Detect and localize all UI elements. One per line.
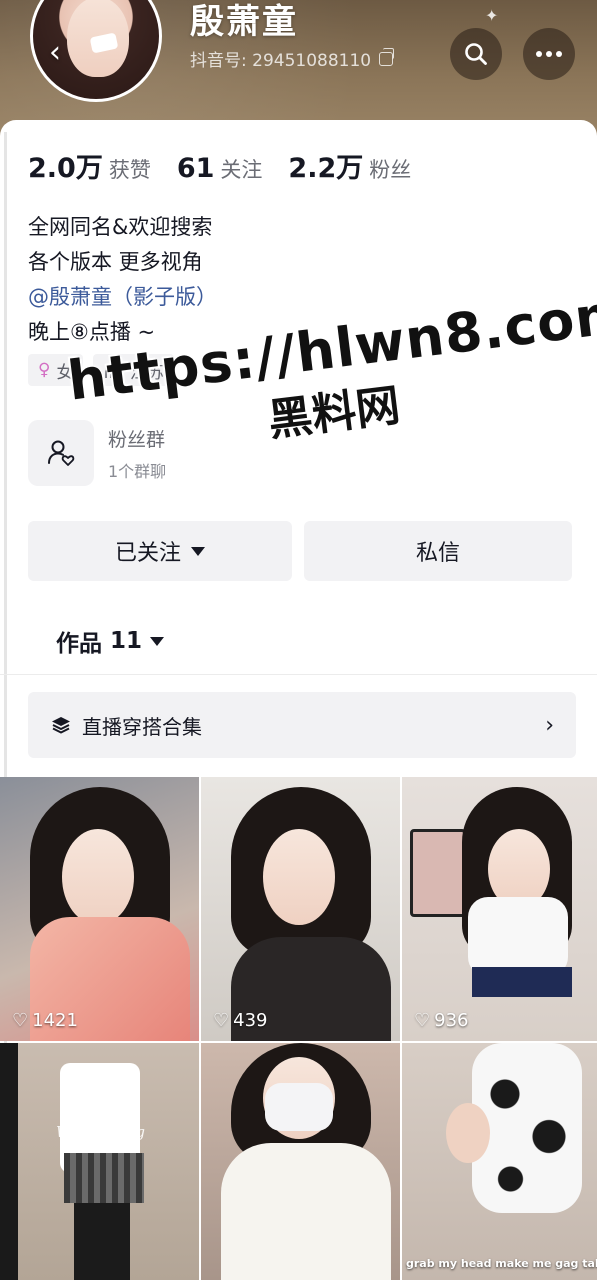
following-label[interactable]: 关注 xyxy=(220,154,262,184)
thumbnail-edge xyxy=(0,1043,18,1280)
works-tab-label: 作品 xyxy=(56,631,102,657)
caret-down-icon xyxy=(150,636,165,646)
video-tile[interactable]: ♡ 439 xyxy=(201,777,400,1041)
following-button[interactable]: 已关注 xyxy=(28,521,292,581)
like-count: ♡ 936 xyxy=(414,1010,469,1031)
more-button[interactable] xyxy=(523,28,575,80)
fan-group-text: 粉丝群 1个群聊 xyxy=(108,425,166,482)
fan-group-title: 粉丝群 xyxy=(108,428,166,451)
like-count: ♡ 439 xyxy=(213,1010,268,1031)
fan-group-icon xyxy=(48,440,75,466)
stats-row: 2.0万 获赞 61 关注 2.2万 粉丝 xyxy=(28,146,437,185)
video-tile[interactable] xyxy=(201,1043,400,1280)
tab-divider xyxy=(0,674,597,675)
douyin-id-text: 抖音号: 29451088110 xyxy=(190,51,372,71)
fan-group-entry[interactable]: 粉丝群 1个群聊 xyxy=(28,420,166,486)
thumbnail-outfit xyxy=(221,1143,391,1280)
thumbnail-face xyxy=(62,829,134,925)
message-button[interactable]: 私信 xyxy=(304,521,572,581)
profile-tags: ♀ 女 IP: 江苏 xyxy=(28,354,174,386)
thumbnail-skirt xyxy=(472,967,572,997)
followers-count[interactable]: 2.2万 xyxy=(288,146,363,185)
ip-tag: IP: 江苏 xyxy=(93,354,174,386)
tab-works[interactable]: 作品 11 xyxy=(56,624,165,658)
bio-line: 各个版本 更多视角 xyxy=(28,250,203,274)
thumbnail-outfit xyxy=(468,897,568,977)
like-count-text: 439 xyxy=(233,1010,268,1031)
following-count[interactable]: 61 xyxy=(177,153,215,184)
followers-label[interactable]: 粉丝 xyxy=(369,154,411,184)
video-tile[interactable]: grab my head make me gag take it ill xyxy=(402,1043,597,1280)
fan-group-icon-box xyxy=(28,420,94,486)
sparkle-icon: ✦ xyxy=(485,6,499,25)
thumbnail-overlay-text: Winter ving xyxy=(56,1123,145,1141)
following-button-label: 已关注 xyxy=(114,541,181,566)
thumbnail-phone-prop xyxy=(410,829,466,917)
works-tab-count: 11 xyxy=(110,628,143,654)
layers-icon xyxy=(52,717,70,734)
bio-line: 全网同名&欢迎搜索 xyxy=(28,215,213,239)
thumbnail-legs xyxy=(74,1203,130,1280)
thumbnail-mask xyxy=(265,1083,333,1131)
bio-line: 晚上⑧点播 ~ xyxy=(28,320,156,344)
search-button[interactable] xyxy=(450,28,502,80)
collection-label: 直播穿搭合集 xyxy=(82,714,202,739)
female-icon: ♀ xyxy=(38,360,51,380)
like-count-text: 936 xyxy=(434,1010,469,1031)
more-dots-icon xyxy=(536,51,562,57)
thumbnail-hand xyxy=(446,1103,490,1163)
heart-icon: ♡ xyxy=(12,1010,29,1031)
heart-icon: ♡ xyxy=(213,1010,230,1031)
gender-text: 女 xyxy=(56,362,74,383)
likes-count[interactable]: 2.0万 xyxy=(28,146,103,185)
action-buttons: 已关注 私信 xyxy=(28,521,572,581)
search-icon xyxy=(465,43,487,65)
thumbnail-caption: grab my head make me gag take it ill xyxy=(406,1257,597,1270)
fan-group-subtitle: 1个群聊 xyxy=(108,461,167,481)
ip-text: IP: 江苏 xyxy=(103,362,164,383)
back-arrow-icon[interactable]: ‹ xyxy=(38,36,72,70)
bio-mention-link[interactable]: @殷萧童（影子版） xyxy=(28,280,217,315)
thumbnail-skirt xyxy=(64,1153,144,1203)
chevron-right-icon: › xyxy=(545,712,554,738)
gender-tag: ♀ 女 xyxy=(28,354,84,386)
copy-icon[interactable] xyxy=(379,47,395,66)
message-button-label: 私信 xyxy=(415,541,460,566)
like-count-text: 1421 xyxy=(32,1010,78,1031)
caret-down-icon xyxy=(191,546,205,556)
video-tile[interactable]: Winter ving xyxy=(0,1043,199,1280)
thumbnail-face xyxy=(263,829,335,925)
heart-icon: ♡ xyxy=(414,1010,431,1031)
profile-header: ‹ 殷萧童 抖音号: 29451088110 ✦ xyxy=(0,0,597,140)
video-tile[interactable]: ♡ 1421 xyxy=(0,777,199,1041)
video-tile[interactable]: ♡ 936 xyxy=(402,777,597,1041)
collection-entry[interactable]: 直播穿搭合集 › xyxy=(28,692,576,758)
douyin-id[interactable]: 抖音号: 29451088110 xyxy=(190,46,395,71)
username: 殷萧童 xyxy=(190,2,298,42)
bio: 全网同名&欢迎搜索 各个版本 更多视角 @殷萧童（影子版） 晚上⑧点播 ~ xyxy=(28,210,217,350)
likes-label[interactable]: 获赞 xyxy=(109,154,151,184)
video-grid: ♡ 1421 ♡ 439 ♡ 936 Winter ving grab my h… xyxy=(0,777,597,1280)
like-count: ♡ 1421 xyxy=(12,1010,78,1031)
